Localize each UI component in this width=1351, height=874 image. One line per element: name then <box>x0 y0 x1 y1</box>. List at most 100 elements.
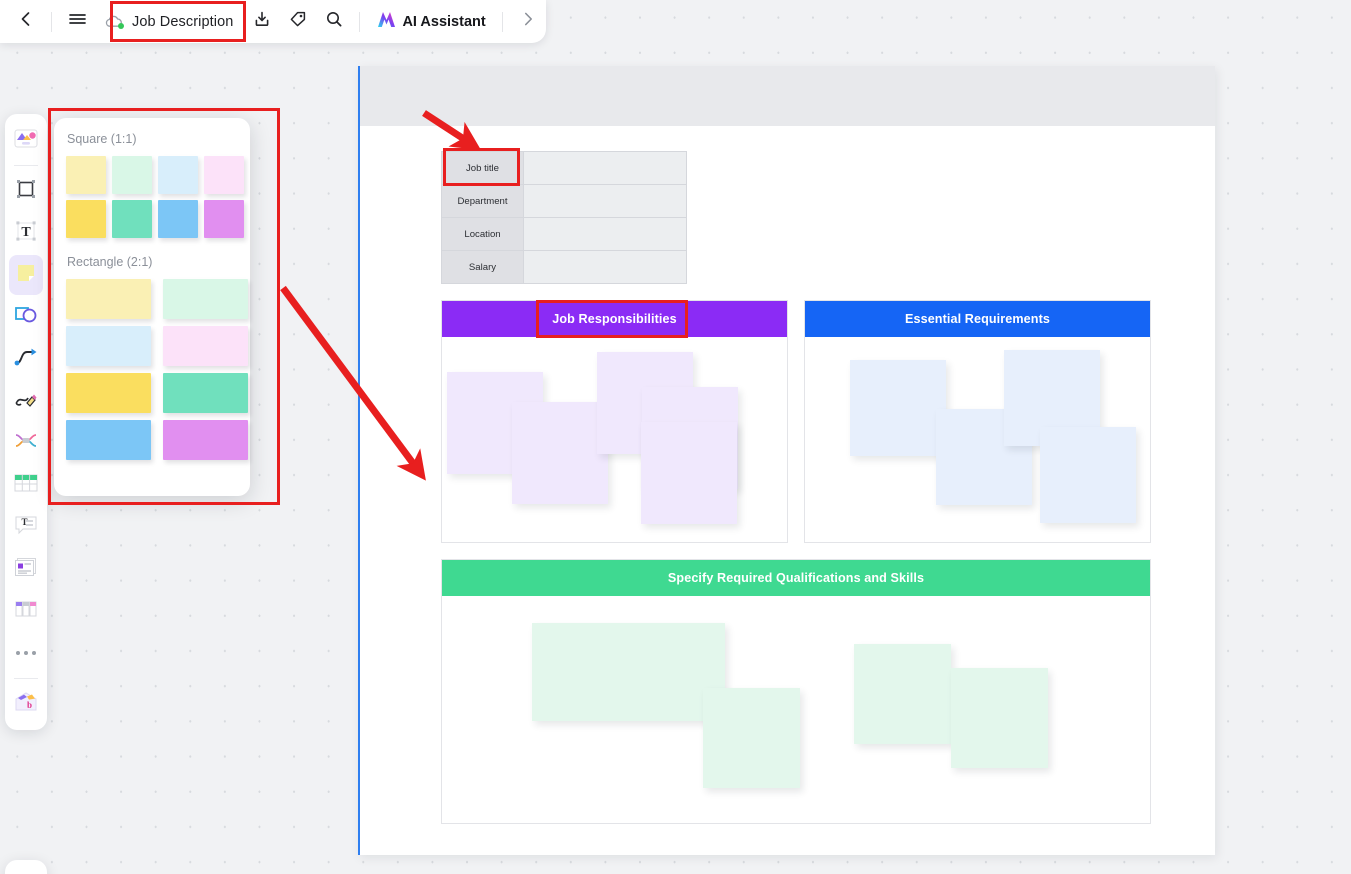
tool-kanban[interactable] <box>9 591 43 631</box>
expand-toolbar-button[interactable] <box>510 5 546 39</box>
sticky-note[interactable] <box>951 668 1048 768</box>
square-swatch-0[interactable] <box>66 156 106 194</box>
rectangle-swatch-3[interactable] <box>163 326 248 366</box>
section-title: Job Responsibilities <box>552 312 677 326</box>
table-row: Job title <box>441 151 687 185</box>
table-cell-label-location[interactable]: Location <box>441 217 524 251</box>
menu-button[interactable] <box>59 5 95 39</box>
table-cell-value-location[interactable] <box>523 217 687 251</box>
section-essential-requirements[interactable]: Essential Requirements <box>804 300 1151 543</box>
tool-mind-map[interactable] <box>9 423 43 463</box>
sticky-note[interactable] <box>641 422 737 524</box>
square-swatch-2[interactable] <box>158 156 198 194</box>
sticky-note-icon <box>14 261 38 290</box>
section-header-qualifications-and-skills[interactable]: Specify Required Qualifications and Skil… <box>442 560 1150 596</box>
tool-document[interactable] <box>9 549 43 589</box>
tool-sticky-note[interactable] <box>9 255 43 295</box>
rectangle-swatch-1[interactable] <box>163 279 248 319</box>
section-notes-job-responsibilities[interactable] <box>442 337 787 542</box>
sticky-note[interactable] <box>850 360 946 456</box>
back-button[interactable] <box>8 5 44 39</box>
ai-assistant-label: AI Assistant <box>402 13 486 30</box>
rectangle-swatch-2[interactable] <box>66 326 151 366</box>
more-dots-icon <box>16 638 36 668</box>
job-info-table[interactable]: Job title Department Location Salary <box>441 151 687 284</box>
square-swatch-5[interactable] <box>112 200 152 238</box>
rectangle-swatch-4[interactable] <box>66 373 151 413</box>
rectangle-swatch-6[interactable] <box>66 420 151 460</box>
table-cell-label-salary[interactable]: Salary <box>441 250 524 284</box>
tool-pen[interactable] <box>9 381 43 421</box>
board-frame[interactable]: Job title Department Location Salary Job… <box>358 66 1215 855</box>
download-button[interactable] <box>244 5 280 39</box>
table-row: Location <box>441 217 687 251</box>
table-cell-value-job-title[interactable] <box>523 151 687 185</box>
chevron-right-icon <box>519 10 537 33</box>
tool-table[interactable] <box>9 465 43 505</box>
picker-section-title-rectangle: Rectangle (2:1) <box>67 255 153 269</box>
sticky-note[interactable] <box>532 623 725 721</box>
square-swatch-6[interactable] <box>158 200 198 238</box>
tool-asset-library[interactable]: b <box>9 684 43 724</box>
table-cell-value-department[interactable] <box>523 184 687 218</box>
rail-divider <box>14 165 38 166</box>
section-header-job-responsibilities[interactable]: Job Responsibilities <box>442 301 787 337</box>
table-row: Department <box>441 184 687 218</box>
top-toolbar[interactable]: Job Description AI Assistant <box>0 0 546 43</box>
tool-text-card[interactable]: T <box>9 507 43 547</box>
tool-frame[interactable] <box>9 171 43 211</box>
sticky-note[interactable] <box>1040 427 1136 523</box>
tool-connector[interactable] <box>9 339 43 379</box>
square-swatch-grid[interactable] <box>66 156 244 238</box>
zoom-control-panel[interactable] <box>5 860 47 874</box>
asset-library-icon: b <box>13 690 39 719</box>
section-notes-qualifications-and-skills[interactable] <box>442 596 1150 823</box>
sticky-note[interactable] <box>703 688 800 788</box>
tool-rail[interactable]: T T b <box>5 114 47 730</box>
toolbar-divider <box>359 11 361 32</box>
rectangle-swatch-0[interactable] <box>66 279 151 319</box>
square-swatch-1[interactable] <box>112 156 152 194</box>
tool-more[interactable] <box>9 633 43 673</box>
tool-text[interactable]: T <box>9 213 43 253</box>
hamburger-menu-icon <box>68 10 87 33</box>
pen-icon <box>13 388 39 415</box>
kanban-icon <box>13 598 39 625</box>
section-job-responsibilities[interactable]: Job Responsibilities <box>441 300 788 543</box>
table-row: Salary <box>441 250 687 284</box>
chevron-left-icon <box>17 10 35 33</box>
document-title-chip[interactable]: Job Description <box>95 5 244 39</box>
search-button[interactable] <box>316 5 352 39</box>
text-tool-icon: T <box>14 219 38 248</box>
table-cell-label-job-title[interactable]: Job title <box>441 151 524 185</box>
square-swatch-4[interactable] <box>66 200 106 238</box>
frame-icon <box>14 177 38 206</box>
section-qualifications-and-skills[interactable]: Specify Required Qualifications and Skil… <box>441 559 1151 824</box>
mind-map-icon <box>13 430 39 457</box>
svg-text:T: T <box>21 225 31 240</box>
rail-divider <box>14 678 38 679</box>
toolbar-divider <box>501 11 503 32</box>
tool-templates[interactable] <box>9 120 43 160</box>
table-cell-label-department[interactable]: Department <box>441 184 524 218</box>
square-swatch-3[interactable] <box>204 156 244 194</box>
sticky-note-picker[interactable]: Square (1:1) Rectangle (2:1) <box>54 118 250 496</box>
templates-icon <box>13 126 39 155</box>
app-root: Job title Department Location Salary Job… <box>0 0 1351 874</box>
sticky-note[interactable] <box>512 402 608 504</box>
rectangle-swatch-grid[interactable] <box>66 279 248 460</box>
shapes-icon <box>13 304 39 331</box>
svg-text:b: b <box>27 700 32 710</box>
rectangle-swatch-5[interactable] <box>163 373 248 413</box>
frame-header-band <box>358 66 1215 126</box>
table-cell-value-salary[interactable] <box>523 250 687 284</box>
cloud-sync-icon <box>104 14 124 29</box>
tag-button[interactable] <box>280 5 316 39</box>
ai-assistant-button[interactable]: AI Assistant <box>367 5 494 39</box>
section-header-essential-requirements[interactable]: Essential Requirements <box>805 301 1150 337</box>
sticky-note[interactable] <box>854 644 951 744</box>
section-notes-essential-requirements[interactable] <box>805 337 1150 542</box>
square-swatch-7[interactable] <box>204 200 244 238</box>
rectangle-swatch-7[interactable] <box>163 420 248 460</box>
tool-shapes[interactable] <box>9 297 43 337</box>
